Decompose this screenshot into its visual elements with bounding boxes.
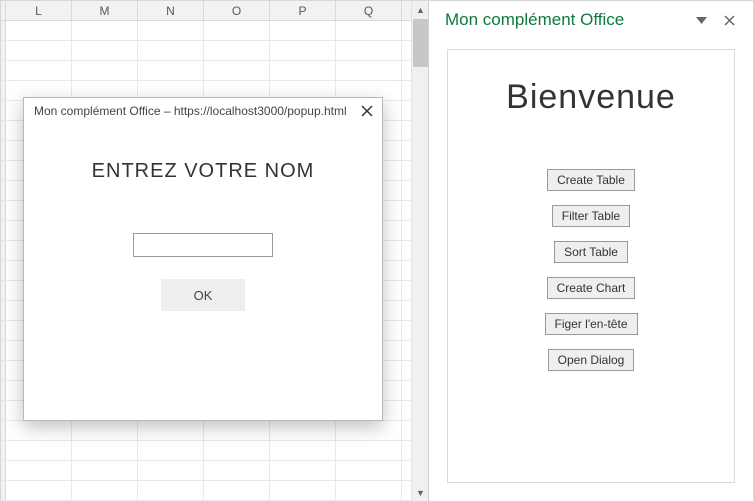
- cell[interactable]: [270, 461, 336, 480]
- name-input[interactable]: [133, 233, 273, 257]
- col-header[interactable]: M: [72, 1, 138, 20]
- ok-button[interactable]: OK: [161, 279, 245, 311]
- cell[interactable]: [336, 461, 402, 480]
- cell[interactable]: [72, 21, 138, 40]
- pane-header: Mon complément Office: [429, 1, 753, 39]
- pane-welcome-heading: Bienvenue: [506, 78, 676, 117]
- grid-row: [1, 441, 428, 461]
- cell[interactable]: [138, 461, 204, 480]
- cell[interactable]: [270, 41, 336, 60]
- cell[interactable]: [138, 441, 204, 460]
- cell[interactable]: [204, 421, 270, 440]
- cell[interactable]: [336, 421, 402, 440]
- freeze-header-button[interactable]: Figer l'en-tête: [545, 313, 638, 335]
- cell[interactable]: [6, 61, 72, 80]
- col-header[interactable]: Q: [336, 1, 402, 20]
- cell[interactable]: [204, 481, 270, 500]
- cell[interactable]: [204, 61, 270, 80]
- grid-row: [1, 461, 428, 481]
- cell[interactable]: [6, 421, 72, 440]
- cell[interactable]: [6, 41, 72, 60]
- cell[interactable]: [138, 61, 204, 80]
- cell[interactable]: [204, 21, 270, 40]
- grid-row: [1, 61, 428, 81]
- create-chart-button[interactable]: Create Chart: [547, 277, 636, 299]
- pane-title: Mon complément Office: [445, 10, 687, 30]
- col-header[interactable]: O: [204, 1, 270, 20]
- col-header[interactable]: L: [6, 1, 72, 20]
- cell[interactable]: [72, 481, 138, 500]
- pane-content: Bienvenue Create Table Filter Table Sort…: [447, 49, 735, 483]
- column-headers-row: L M N O P Q: [1, 1, 428, 21]
- cell[interactable]: [138, 41, 204, 60]
- cell[interactable]: [336, 441, 402, 460]
- col-header[interactable]: N: [138, 1, 204, 20]
- cell[interactable]: [138, 421, 204, 440]
- cell[interactable]: [204, 461, 270, 480]
- cell[interactable]: [270, 441, 336, 460]
- pane-close-button[interactable]: [715, 6, 743, 34]
- cell[interactable]: [336, 61, 402, 80]
- dialog-heading: ENTREZ VOTRE NOM: [44, 160, 362, 183]
- col-header[interactable]: P: [270, 1, 336, 20]
- cell[interactable]: [336, 481, 402, 500]
- grid-row: [1, 21, 428, 41]
- dialog-close-button[interactable]: [358, 102, 376, 120]
- cell[interactable]: [270, 61, 336, 80]
- pane-menu-button[interactable]: [687, 6, 715, 34]
- dialog-titlebar[interactable]: Mon complément Office – https://localhos…: [24, 98, 382, 124]
- cell[interactable]: [270, 21, 336, 40]
- scroll-down-button[interactable]: ▼: [412, 484, 428, 501]
- cell[interactable]: [72, 41, 138, 60]
- cell[interactable]: [270, 421, 336, 440]
- create-table-button[interactable]: Create Table: [547, 169, 635, 191]
- cell[interactable]: [6, 481, 72, 500]
- vertical-scrollbar[interactable]: ▲ ▼: [411, 1, 428, 501]
- cell[interactable]: [336, 41, 402, 60]
- cell[interactable]: [72, 421, 138, 440]
- cell[interactable]: [138, 21, 204, 40]
- cell[interactable]: [138, 481, 204, 500]
- grid-row: [1, 481, 428, 501]
- dialog-title: Mon complément Office – https://localhos…: [34, 104, 347, 118]
- cell[interactable]: [6, 21, 72, 40]
- task-pane: Mon complément Office Bienvenue Create T…: [428, 1, 753, 501]
- scroll-thumb[interactable]: [413, 19, 428, 67]
- grid-row: [1, 41, 428, 61]
- cell[interactable]: [6, 461, 72, 480]
- cell[interactable]: [336, 21, 402, 40]
- grid-row: [1, 421, 428, 441]
- cell[interactable]: [72, 441, 138, 460]
- pane-button-list: Create Table Filter Table Sort Table Cre…: [545, 169, 638, 371]
- spreadsheet-area: L M N O P Q ▲ ▼ Mon complément Office – …: [1, 1, 428, 501]
- cell[interactable]: [204, 441, 270, 460]
- filter-table-button[interactable]: Filter Table: [552, 205, 630, 227]
- cell[interactable]: [204, 41, 270, 60]
- cell[interactable]: [270, 481, 336, 500]
- popup-dialog: Mon complément Office – https://localhos…: [23, 97, 383, 421]
- cell[interactable]: [6, 441, 72, 460]
- scroll-up-button[interactable]: ▲: [412, 1, 428, 18]
- cell[interactable]: [72, 61, 138, 80]
- open-dialog-button[interactable]: Open Dialog: [548, 349, 635, 371]
- cell[interactable]: [72, 461, 138, 480]
- sort-table-button[interactable]: Sort Table: [554, 241, 628, 263]
